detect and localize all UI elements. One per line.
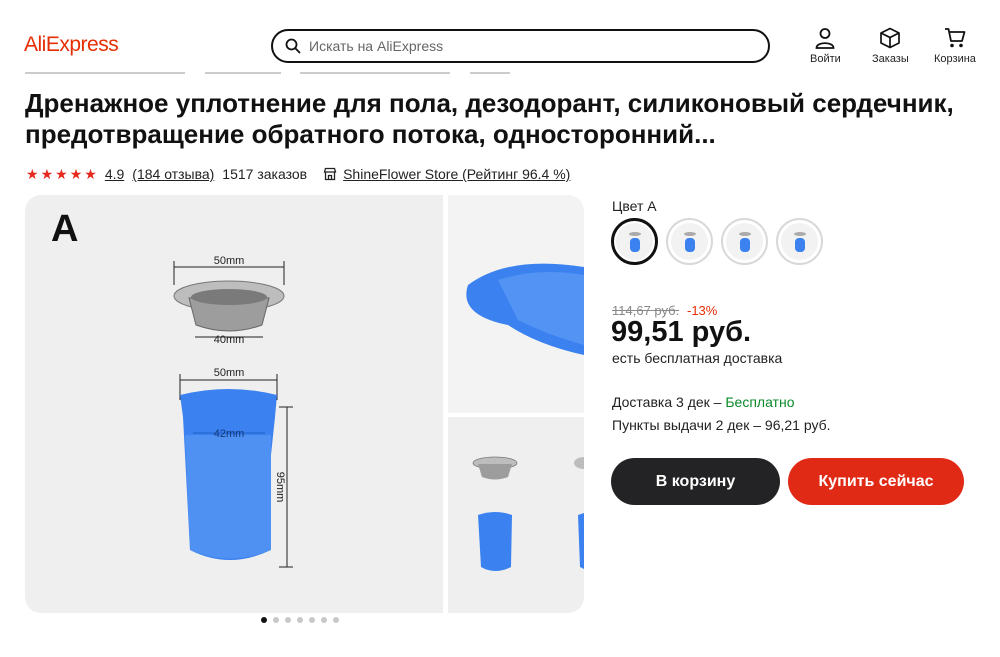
variant-letter: A [51, 208, 78, 250]
nav-cart-label: Корзина [934, 53, 976, 65]
nav-login-label: Войти [810, 53, 841, 65]
svg-text:50mm: 50mm [214, 255, 245, 267]
swatch-thumb [628, 231, 641, 252]
add-to-cart-button[interactable]: В корзину [611, 458, 780, 505]
tab-divider [25, 72, 185, 74]
nav-cart[interactable]: Корзина [934, 27, 976, 65]
color-swatch-b[interactable] [666, 218, 713, 265]
color-label: Цвет A [612, 198, 657, 214]
swatch-thumb [738, 231, 751, 252]
star-icon: ★ [84, 166, 97, 182]
product-title: Дренажное уплотнение для пола, дезодоран… [25, 88, 954, 149]
product-thumbnail-dimensions[interactable] [448, 417, 584, 613]
swatch-thumb [793, 231, 806, 252]
pagination-dot[interactable] [309, 617, 315, 623]
color-swatch-d[interactable] [776, 218, 823, 265]
search-icon [285, 38, 301, 54]
delivery-date: Доставка 3 дек – [612, 394, 726, 410]
pagination-dot[interactable] [333, 617, 339, 623]
svg-text:50mm: 50mm [214, 367, 245, 379]
svg-text:95mm: 95mm [274, 472, 286, 503]
search-input[interactable] [309, 38, 749, 54]
product-illustration: A 50mm 40mm 50mm 42mm 95mm [51, 208, 293, 568]
pagination-dot[interactable] [285, 617, 291, 623]
tab-divider [205, 72, 281, 74]
svg-text:42mm: 42mm [214, 428, 245, 440]
user-icon [815, 28, 835, 49]
store-link[interactable]: ShineFlower Store (Рейтинг 96.4 %) [343, 166, 570, 182]
swatch-thumb [683, 231, 696, 252]
nav-login[interactable]: Войти [810, 27, 841, 65]
star-icon: ★ [55, 166, 68, 182]
aliexpress-logo[interactable]: AliExpress [24, 33, 119, 57]
pickup-info: Пункты выдачи 2 дек – 96,21 руб. [612, 417, 831, 433]
product-thumbnail-closeup[interactable] [448, 195, 584, 413]
star-rating: ★ ★ ★ ★ ★ [26, 167, 97, 181]
orders-count: 1517 заказов [222, 166, 308, 182]
closeup-illustration [466, 263, 584, 355]
nav-orders-label: Заказы [872, 53, 909, 65]
current-price: 99,51 руб. [611, 316, 752, 348]
tab-divider [470, 72, 510, 74]
delivery-info: Доставка 3 дек – Бесплатно [612, 394, 794, 410]
rating-value[interactable]: 4.9 [105, 166, 124, 182]
reviews-link[interactable]: (184 отзыва) [132, 166, 214, 182]
pagination-dot[interactable] [297, 617, 303, 623]
dimensions-illustration [472, 456, 584, 571]
star-icon: ★ [26, 166, 39, 182]
gallery-pagination [261, 617, 339, 623]
cart-icon [944, 28, 966, 48]
nav-orders[interactable]: Заказы [872, 27, 909, 65]
star-icon: ★ [69, 166, 83, 182]
free-shipping-note: есть бесплатная доставка [612, 350, 783, 366]
pagination-dot[interactable] [321, 617, 327, 623]
search-bar[interactable] [271, 29, 770, 63]
buy-now-button[interactable]: Купить сейчас [788, 458, 964, 505]
tab-divider [300, 72, 450, 74]
box-icon [880, 27, 901, 49]
star-icon: ★ [40, 166, 54, 182]
color-swatch-a[interactable] [611, 218, 658, 265]
svg-text:40mm: 40mm [214, 334, 245, 346]
main-product-image[interactable]: A 50mm 40mm 50mm 42mm 95mm [25, 195, 443, 613]
delivery-free: Бесплатно [725, 394, 795, 410]
color-swatch-c[interactable] [721, 218, 768, 265]
pagination-dot[interactable] [273, 617, 279, 623]
rating-row: ★ ★ ★ ★ ★ 4.9 (184 отзыва) 1517 заказов … [26, 166, 570, 182]
pagination-dot[interactable] [261, 617, 267, 623]
color-swatches [611, 218, 823, 265]
store-icon [323, 167, 337, 181]
